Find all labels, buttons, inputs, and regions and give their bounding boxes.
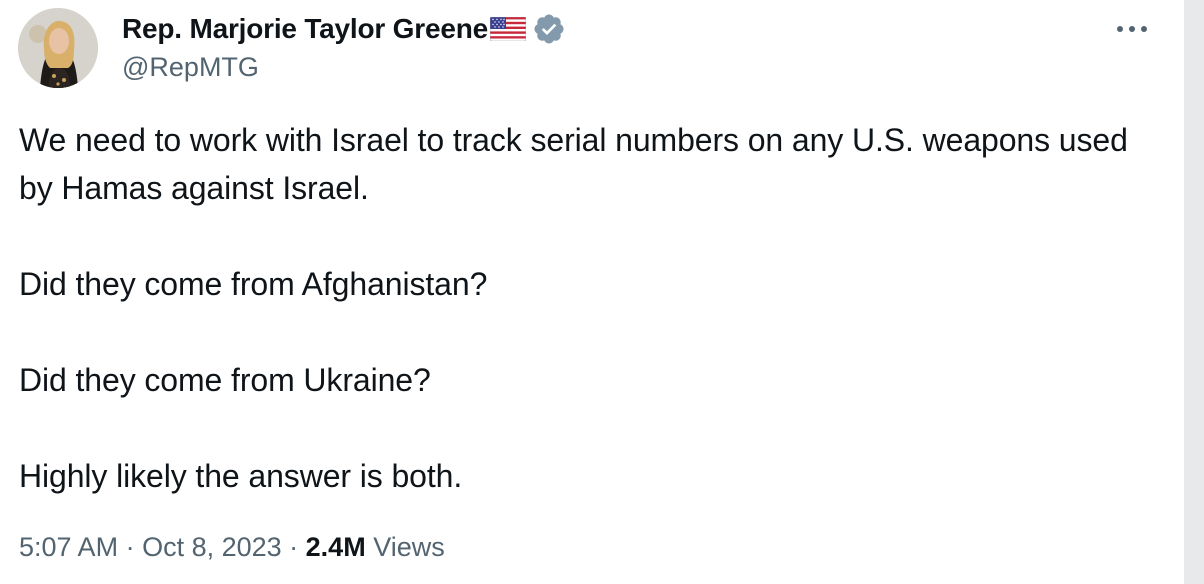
page-edge: [1184, 0, 1204, 584]
views-label: Views: [373, 532, 445, 562]
tweet-time: 5:07 AM: [19, 532, 119, 562]
tweet-paragraph: Did they come from Ukraine?: [19, 362, 431, 398]
avatar[interactable]: [18, 8, 98, 88]
tweet-metadata: 5:07 AM · Oct 8, 2023 · 2.4M Views: [19, 532, 445, 563]
meta-separator: ·: [118, 532, 143, 562]
tweet-header: Rep. Marjorie Taylor Greene @RepMTG: [122, 10, 566, 83]
author-handle[interactable]: @RepMTG: [122, 52, 566, 83]
tweet-card: Rep. Marjorie Taylor Greene @RepMTG We n…: [0, 0, 1184, 584]
views-link[interactable]: 2.4M Views: [306, 532, 445, 562]
us-flag-icon: [489, 16, 527, 42]
tweet-paragraph: Did they come from Afghanistan?: [19, 266, 488, 302]
tweet-paragraph: Highly likely the answer is both.: [19, 458, 463, 494]
meta-separator: ·: [281, 532, 306, 562]
tweet-date: Oct 8, 2023: [142, 532, 282, 562]
views-count: 2.4M: [305, 532, 366, 562]
tweet-paragraph: We need to work with Israel to track ser…: [19, 122, 1128, 206]
tweet-timestamp[interactable]: 5:07 AM · Oct 8, 2023: [19, 532, 282, 562]
tweet-text: We need to work with Israel to track ser…: [19, 116, 1169, 500]
author-name-row: Rep. Marjorie Taylor Greene: [122, 10, 566, 48]
verified-badge-icon[interactable]: [532, 12, 566, 46]
author-display-name[interactable]: Rep. Marjorie Taylor Greene: [122, 13, 488, 45]
avatar-portrait: [18, 8, 98, 88]
more-horizontal-icon: [1117, 26, 1147, 32]
more-options-button[interactable]: [1110, 14, 1154, 44]
